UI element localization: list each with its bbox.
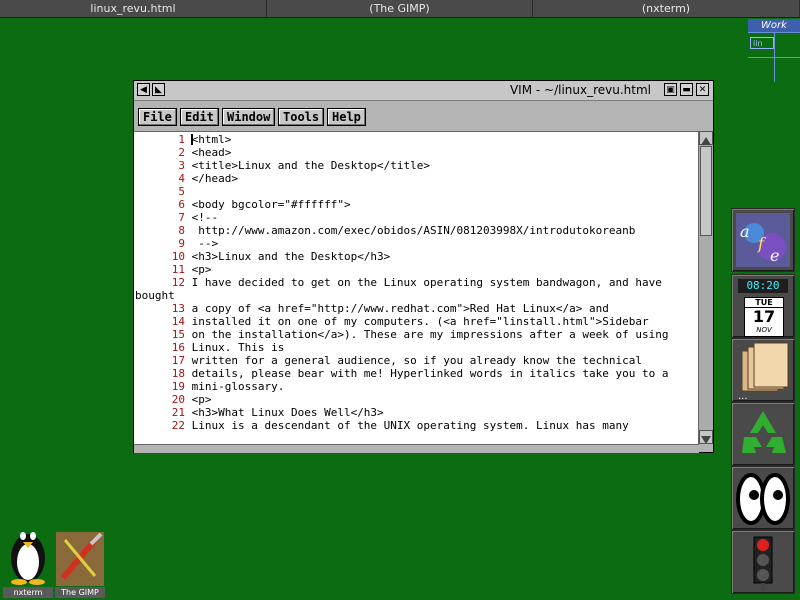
- folders-icon: ...: [738, 342, 789, 402]
- window-bottom-border: [134, 444, 699, 453]
- nxterm-label: nxterm: [3, 587, 53, 598]
- text-editor-area[interactable]: 1 <html> 2 <head> 3 <title>Linux and the…: [134, 131, 699, 445]
- eyes-icon: [736, 473, 790, 525]
- code-line: 6 <body bgcolor="#ffffff">: [178, 198, 351, 211]
- tux-penguin-icon: [11, 532, 45, 585]
- task-nxterm[interactable]: (nxterm): [533, 0, 800, 18]
- text-cursor: [191, 134, 193, 145]
- code-line: 21 <h3>What Linux Does Well</h3>: [171, 406, 384, 419]
- code-line: 22 Linux is a descendant of the UNIX ope…: [171, 419, 629, 432]
- calendar-date: 17: [752, 307, 776, 326]
- close-icon[interactable]: ✕: [696, 83, 709, 96]
- vertical-scrollbar[interactable]: [698, 131, 713, 444]
- scroll-up-icon[interactable]: [699, 131, 713, 145]
- code-line: 17 written for a general audience, so if…: [171, 354, 642, 367]
- clock-calendar-tile[interactable]: 08:20 TUE 17 NOV: [731, 274, 795, 338]
- gimp-tools-icon: [56, 532, 104, 586]
- code-line: 18 details, please bear with me! Hyperli…: [171, 367, 669, 380]
- code-line: 16 Linux. This is: [171, 341, 285, 354]
- task-gimp[interactable]: (The GIMP): [267, 0, 533, 18]
- code-line: 3 <title>Linux and the Desktop</title>: [178, 159, 431, 172]
- menu-window[interactable]: Window: [222, 108, 276, 126]
- xeyes-tile[interactable]: [731, 466, 795, 530]
- calendar-display: TUE 17 NOV: [744, 297, 784, 337]
- code-line: 4 </head>: [178, 172, 238, 185]
- afterstep-logo-icon: a f e: [736, 213, 790, 267]
- gimp-icon-tile[interactable]: The GIMP: [55, 520, 105, 598]
- scroll-down-icon[interactable]: [699, 430, 713, 444]
- nxterm-icon-tile[interactable]: nxterm: [3, 520, 53, 598]
- code-line: 19 mini-glossary.: [171, 380, 285, 393]
- menu-file[interactable]: File: [138, 108, 177, 126]
- window-shade-icon[interactable]: ◣: [152, 83, 165, 96]
- file-manager-tile[interactable]: ...: [731, 338, 795, 402]
- pager-workspace-name: Work: [748, 19, 800, 32]
- svg-text:e: e: [770, 246, 779, 265]
- code-line: 12 I have decided to get on the Linux op…: [171, 276, 662, 289]
- calendar-month: NOV: [756, 326, 772, 334]
- afterstep-logo-tile[interactable]: a f e: [731, 208, 795, 272]
- window-menu-icon[interactable]: ◀: [137, 83, 150, 96]
- workspace-pager[interactable]: Work lin: [748, 19, 800, 82]
- svg-text:a: a: [740, 222, 750, 241]
- traffic-light-icon: [753, 536, 773, 591]
- code-line: 9 -->: [178, 237, 219, 250]
- vim-window: ◀ ◣ VIM - ~/linux_revu.html ▣ ▬ ✕ File E…: [133, 80, 714, 453]
- menu-tools[interactable]: Tools: [278, 108, 325, 126]
- code-line: 7 <!--: [178, 211, 219, 224]
- code-line: 14 installed it on one of my computers. …: [171, 315, 649, 328]
- pager-body[interactable]: lin: [748, 32, 800, 82]
- svg-text:...: ...: [738, 391, 748, 401]
- code-line: 1 <html>: [178, 133, 232, 146]
- menu-help[interactable]: Help: [327, 108, 366, 126]
- menu-edit[interactable]: Edit: [180, 108, 219, 126]
- code-line: 13 a copy of <a href="http://www.redhat.…: [171, 302, 609, 315]
- taskbar: linux_revu.html (The GIMP) (nxterm): [0, 0, 800, 18]
- pager-divider: [748, 57, 800, 58]
- code-line: 2 <head>: [178, 146, 232, 159]
- pager-window-thumb[interactable]: lin: [750, 37, 774, 49]
- window-title: VIM - ~/linux_revu.html: [509, 83, 651, 97]
- gimp-label: The GIMP: [55, 587, 105, 598]
- scrollbar-thumb[interactable]: [700, 146, 712, 236]
- code-line: 5: [178, 185, 185, 198]
- code-line: 11 <p>: [171, 263, 212, 276]
- window-titlebar[interactable]: ◀ ◣ VIM - ~/linux_revu.html ▣ ▬ ✕: [134, 81, 713, 101]
- traffic-light-tile[interactable]: [731, 530, 795, 594]
- task-linux-revu[interactable]: linux_revu.html: [0, 0, 267, 18]
- code-line: 8 http://www.amazon.com/exec/obidos/ASIN…: [178, 224, 636, 237]
- recycle-icon: [742, 411, 786, 453]
- minimize-icon[interactable]: ▬: [680, 83, 693, 96]
- restore-icon[interactable]: ▣: [664, 83, 677, 96]
- code-line: 20 <p>: [171, 393, 212, 406]
- code-line: 10 <h3>Linux and the Desktop</h3>: [171, 250, 391, 263]
- code-line-wrap: bought: [135, 289, 175, 302]
- code-line: 15 on the installation</a>). These are m…: [171, 328, 669, 341]
- recycle-tile[interactable]: [731, 402, 795, 466]
- clock-display: 08:20: [738, 279, 788, 293]
- menubar: File Edit Window Tools Help: [134, 101, 713, 128]
